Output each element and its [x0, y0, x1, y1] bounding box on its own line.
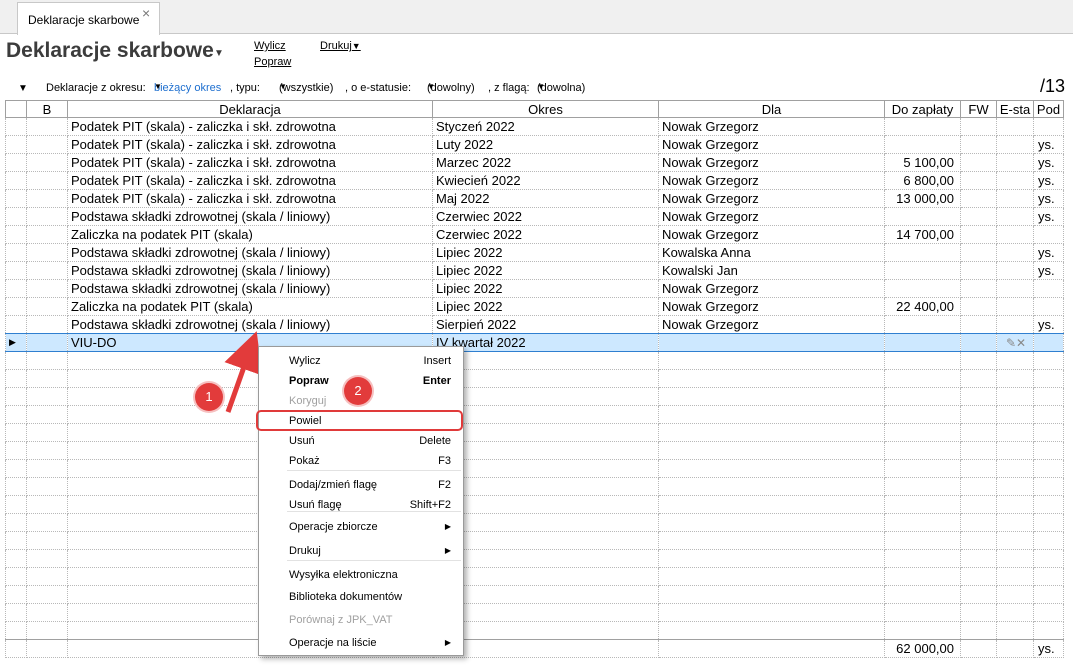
menu-separator	[287, 470, 461, 471]
menu-item-usu-flag[interactable]: Usuń flagę Shift+F2	[259, 495, 463, 515]
menu-item-label: Operacje zbiorcze	[289, 521, 378, 533]
menu-item-por-wnaj-z-jpk-vat: Porównaj z JPK_VAT	[259, 610, 463, 630]
menu-item-wylicz[interactable]: Wylicz Insert	[259, 351, 463, 371]
menu-item-label: Porównaj z JPK_VAT	[289, 614, 393, 626]
submenu-arrow-icon: ▶	[444, 546, 451, 555]
menu-item-label: Wysyłka elektroniczna	[289, 569, 398, 581]
menu-item-dodaj-zmie-flag[interactable]: Dodaj/zmień flagę F2	[259, 475, 463, 495]
menu-item-operacje-na-li-cie[interactable]: Operacje na liście ▶	[259, 633, 463, 653]
step-badge-1: 1	[195, 383, 223, 411]
menu-item-shortcut: F3	[438, 455, 451, 467]
menu-item-label: Popraw	[289, 375, 329, 387]
menu-item-drukuj[interactable]: Drukuj ▶	[259, 541, 463, 561]
submenu-arrow-icon: ▶	[444, 638, 451, 647]
highlight-box	[256, 410, 463, 431]
menu-item-operacje-zbiorcze[interactable]: Operacje zbiorcze ▶	[259, 517, 463, 537]
menu-item-shortcut: Insert	[423, 355, 451, 367]
menu-item-label: Koryguj	[289, 395, 327, 407]
menu-item-label: Wylicz	[289, 355, 321, 367]
menu-item-label: Usuń flagę	[289, 499, 342, 511]
menu-item-label: Drukuj	[289, 545, 321, 557]
menu-item-shortcut: Delete	[419, 435, 451, 447]
menu-separator	[287, 560, 461, 561]
menu-item-label: Biblioteka dokumentów	[289, 591, 403, 603]
menu-item-label: Pokaż	[289, 455, 320, 467]
menu-item-poka[interactable]: Pokaż F3	[259, 451, 463, 471]
menu-item-usu[interactable]: Usuń Delete	[259, 431, 463, 451]
menu-item-label: Usuń	[289, 435, 315, 447]
annotation-arrow	[224, 331, 263, 413]
step-badge-2: 2	[344, 377, 372, 405]
menu-item-label: Operacje na liście	[289, 637, 377, 649]
menu-item-shortcut: F2	[438, 479, 451, 491]
menu-separator	[287, 511, 461, 512]
menu-item-biblioteka-dokument-w[interactable]: Biblioteka dokumentów	[259, 587, 463, 607]
menu-item-label: Dodaj/zmień flagę	[289, 479, 378, 491]
menu-item-shortcut: Enter	[422, 375, 451, 387]
submenu-arrow-icon: ▶	[444, 522, 451, 531]
menu-item-wysy-ka-elektroniczna[interactable]: Wysyłka elektroniczna	[259, 565, 463, 585]
menu-item-shortcut: Shift+F2	[409, 499, 451, 511]
